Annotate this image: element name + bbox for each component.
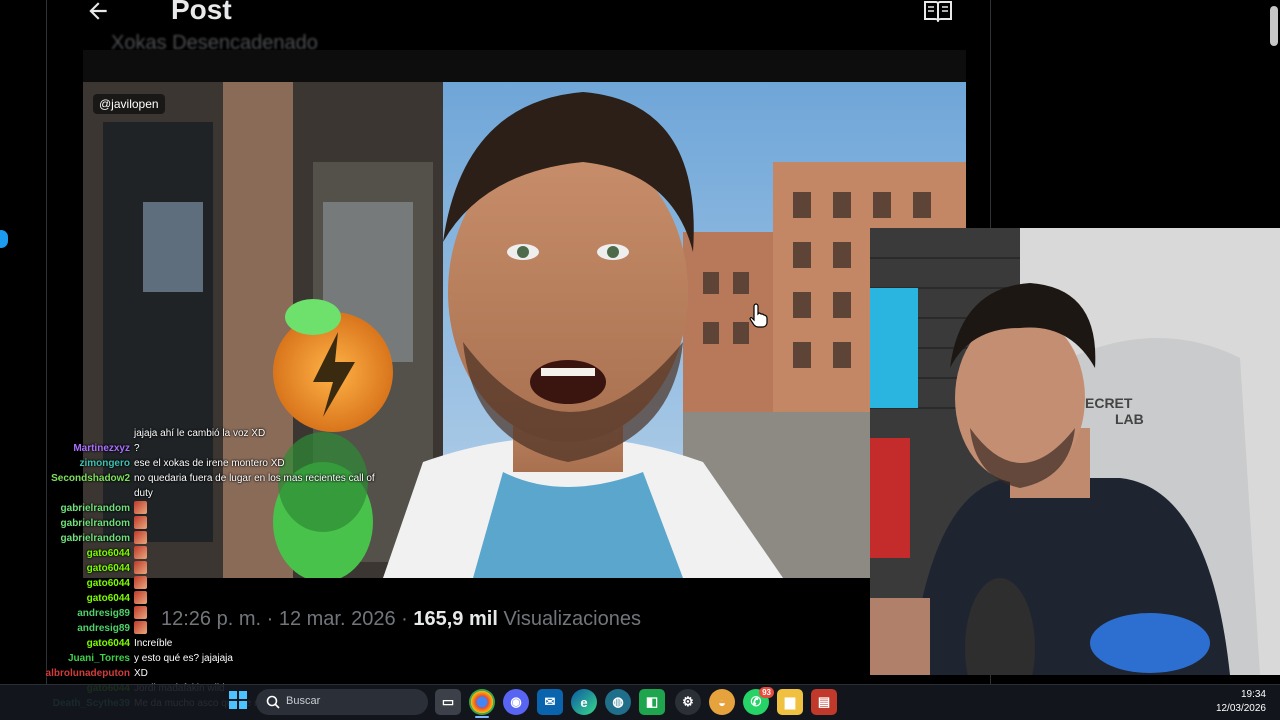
chat-text: ese el xokas de irene montero XD [134,458,285,469]
views-count: 165,9 mil [413,608,498,630]
chat-emote [134,576,147,589]
whatsapp-icon[interactable]: ✆ 93 [743,687,774,715]
page-title: Post [171,0,232,25]
chat-username[interactable]: gabrielrandom [61,531,130,546]
chat-emote [134,546,147,559]
orange-app-icon[interactable]: ◒ [709,689,735,715]
chat-emote [134,621,147,634]
mail-icon[interactable]: ✉ [537,689,563,715]
chat-username[interactable]: gabrielrandom [61,516,130,531]
chat-username[interactable]: andresig89 [77,606,130,621]
green-app-icon[interactable]: ◧ [639,689,665,715]
search-icon [266,695,280,709]
chat-message: gato6044 [0,591,380,606]
chat-message: gabrielrandom [0,516,380,531]
system-clock[interactable]: 19:34 12/03/2026 [1216,688,1266,716]
chat-emote [134,561,147,574]
search-placeholder: Buscar [286,695,321,707]
edge-icon[interactable]: e [571,689,597,715]
taskbar: Buscar ▭ ◉ ✉ e ◍ ◧ ⚙ ◒ ✆ 93 ▆ ▤ 19:34 12/… [0,684,1280,720]
clock-time: 19:34 [1240,689,1266,700]
chat-username[interactable]: Secondshadow2 [51,471,130,486]
chat-message: gato6044 Increíble [0,636,380,651]
chat-username[interactable]: gato6044 [87,636,130,651]
reader-mode-icon[interactable] [923,0,953,22]
stream-chat: jajaja ahí le cambió la voz XD Martinezxy… [0,426,380,716]
chat-username[interactable]: andresig89 [77,621,130,636]
discord-icon[interactable]: ◉ [503,689,529,715]
settings-gear-icon[interactable]: ⚙ [675,689,701,715]
chat-emote [134,516,147,529]
chat-message: zimongero ese el xokas de irene montero X… [0,456,380,471]
file-explorer-icon[interactable]: ▆ [777,689,803,715]
scrollbar-thumb[interactable] [1270,6,1278,46]
chat-username[interactable]: gato6044 [87,591,130,606]
video-watermark: @javilopen [93,94,165,114]
taskbar-search[interactable]: Buscar [256,689,428,715]
svg-text:LAB: LAB [1115,411,1144,427]
chat-emote [134,606,147,619]
views-label: Visualizaciones [503,608,641,630]
chat-message: gato6044 [0,576,380,591]
chat-text: y esto qué es? jajajaja [134,653,233,664]
chat-message: Juani_Torres y esto qué es? jajajaja [0,651,380,666]
chat-message: Martinezxyz? [0,441,380,456]
chat-text: no quedaria fuera de lugar en los mas re… [134,473,375,484]
chat-message: albrolunadeputon XD [0,666,380,681]
chat-message: jajaja ahí le cambió la voz XD [0,426,380,441]
chat-message: gato6044 [0,546,380,561]
chat-username[interactable]: zimongero [79,456,130,471]
chat-username[interactable]: gato6044 [87,576,130,591]
notification-dot[interactable] [0,230,8,248]
chat-message: gabrielrandom [0,531,380,546]
chat-message: Secondshadow2 no quedaria fuera de lugar … [0,471,380,486]
right-panel [992,0,1280,228]
chat-message: duty [0,486,380,501]
chat-username[interactable]: gato6044 [87,561,130,576]
chat-text: jajaja ahí le cambió la voz XD [134,428,266,439]
task-view-icon[interactable]: ▭ [435,689,461,715]
webcam-overlay: ECRET LAB [870,228,1280,675]
svg-text:ECRET: ECRET [1085,395,1133,411]
chat-emote [134,531,147,544]
whatsapp-badge: 93 [759,687,774,698]
separator: · [401,608,414,630]
chat-username[interactable]: albrolunadeputon [46,666,130,681]
chat-username[interactable]: gabrielrandom [61,501,130,516]
chat-text: XD [134,668,148,679]
chat-emote [134,591,147,604]
red-app-icon[interactable]: ▤ [811,689,837,715]
chat-message: gato6044 [0,561,380,576]
chat-username[interactable]: Juani_Torres [68,651,130,666]
chat-message: andresig89 [0,606,380,621]
clock-date: 12/03/2026 [1215,703,1266,714]
chat-emote [134,501,147,514]
chat-text: duty [134,488,153,499]
hand-cursor-icon [749,303,768,328]
chrome-icon[interactable] [469,689,495,715]
chat-text: Increíble [134,638,173,649]
windows-start-icon[interactable] [229,691,247,709]
screen: Post Xokas Desencadenado @javilopen 12:2… [0,0,1280,720]
chat-message: andresig89 [0,621,380,636]
globe-icon[interactable]: ◍ [605,689,631,715]
chat-username[interactable]: gato6044 [87,546,130,561]
chat-text: ? [134,443,140,454]
chat-username[interactable]: Martinezxyz [73,441,130,456]
back-arrow-icon[interactable] [85,0,111,24]
active-app-indicator [475,716,489,718]
chat-message: gabrielrandom [0,501,380,516]
